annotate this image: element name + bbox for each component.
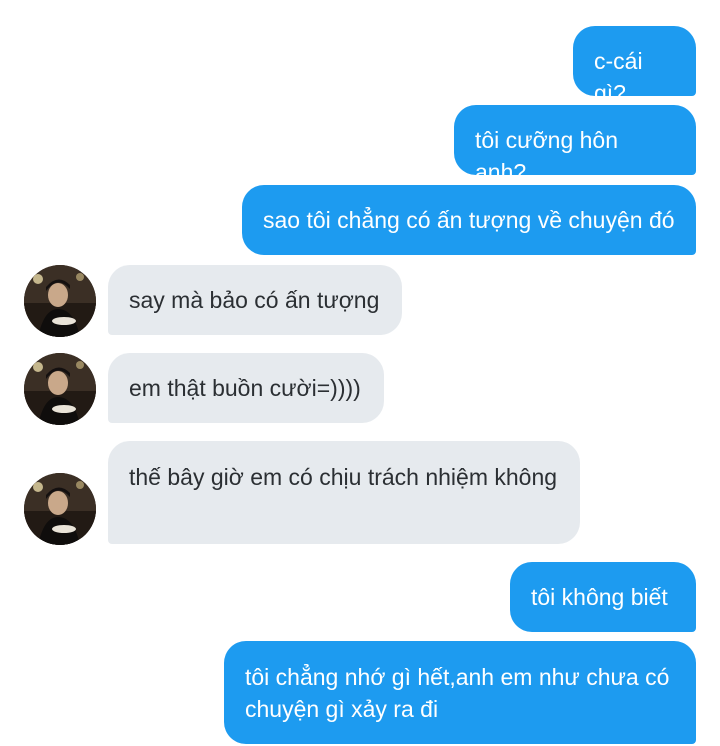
avatar-photo-icon — [24, 265, 96, 337]
chat-thread: c-cái gì? tôi cưỡng hôn anh? sao tôi chẳ… — [0, 0, 720, 746]
message-text: tôi cưỡng hôn anh? — [475, 127, 619, 185]
message-text: em thật buồn cười=)))) — [129, 375, 361, 401]
avatar-photo-icon — [24, 473, 96, 545]
message-text: tôi chẳng nhớ gì hết,anh em như chưa có … — [245, 664, 670, 722]
message-bubble-incoming[interactable]: thế bây giờ em có chịu trách nhiệm không — [108, 441, 580, 544]
contact-avatar[interactable] — [24, 353, 96, 425]
message-text: say mà bảo có ấn tượng — [129, 287, 380, 313]
message-bubble-outgoing[interactable]: tôi chẳng nhớ gì hết,anh em như chưa có … — [224, 641, 696, 744]
contact-avatar[interactable] — [24, 473, 96, 545]
message-text: thế bây giờ em có chịu trách nhiệm không — [129, 464, 558, 490]
contact-avatar[interactable] — [24, 265, 96, 337]
message-bubble-outgoing[interactable]: tôi không biết — [510, 562, 696, 632]
avatar-photo-icon — [24, 353, 96, 425]
message-bubble-outgoing[interactable]: tôi cưỡng hôn anh? — [454, 105, 696, 185]
message-text: tôi không biết — [531, 584, 668, 610]
message-bubble-outgoing[interactable]: sao tôi chẳng có ấn tượng về chuyện đó — [242, 185, 696, 255]
message-bubble-incoming[interactable]: em thật buồn cười=)))) — [108, 353, 384, 423]
message-bubble-incoming[interactable]: say mà bảo có ấn tượng — [108, 265, 402, 335]
message-text: c-cái gì? — [594, 48, 643, 106]
message-bubble-outgoing[interactable]: c-cái gì? — [573, 26, 696, 106]
message-text: sao tôi chẳng có ấn tượng về chuyện đó — [263, 207, 675, 233]
